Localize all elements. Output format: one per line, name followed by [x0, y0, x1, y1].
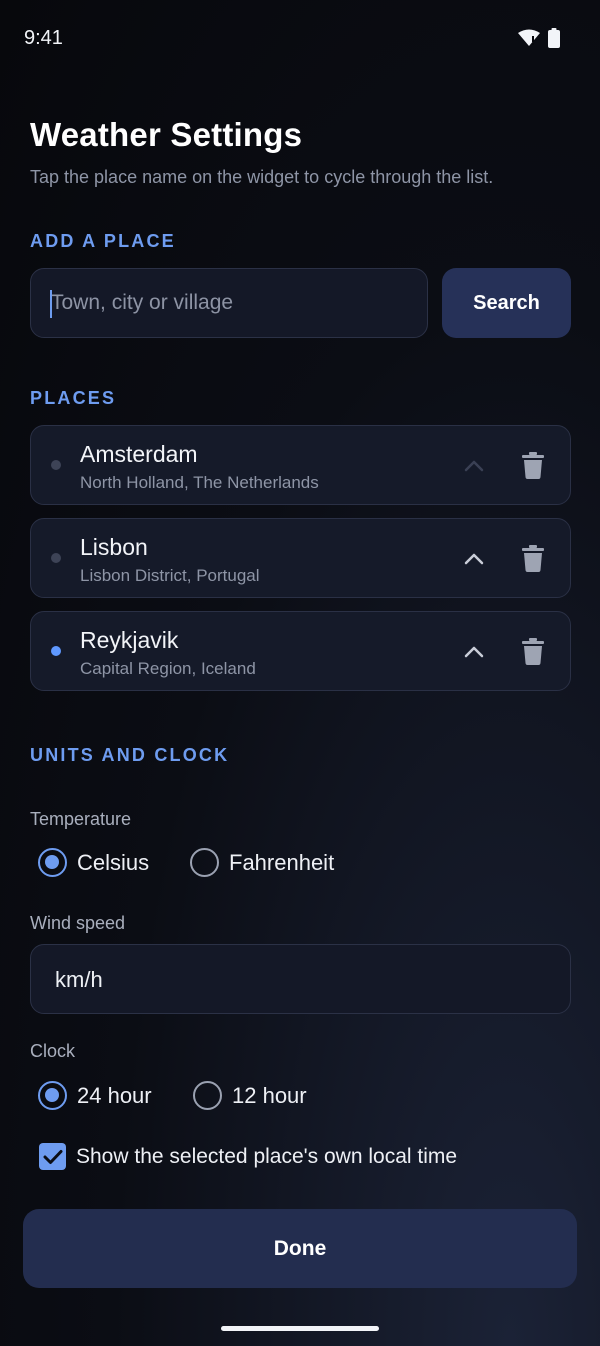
trash-icon — [522, 637, 544, 665]
place-region: Capital Region, Iceland — [80, 659, 256, 678]
radio-label: Fahrenheit — [229, 849, 335, 875]
wind-speed-value: km/h — [55, 967, 103, 992]
radio-label: 24 hour — [77, 1082, 152, 1108]
wind-speed-select[interactable]: km/h — [30, 944, 571, 1014]
delete-button[interactable] — [515, 632, 551, 670]
clock-label: Clock — [30, 1041, 76, 1061]
radio-label: 12 hour — [232, 1082, 307, 1108]
place-card-amsterdam[interactable]: Amsterdam North Holland, The Netherlands — [30, 425, 571, 505]
home-indicator[interactable] — [221, 1326, 379, 1331]
chevron-up-icon — [464, 460, 484, 472]
status-bar: 9:41 — [0, 0, 600, 80]
radio-24-hour[interactable]: 24 hour — [38, 1081, 152, 1110]
radio-checked-icon — [38, 1081, 67, 1110]
place-name: Lisbon — [80, 534, 148, 560]
delete-button[interactable] — [515, 539, 551, 577]
radio-unchecked-icon — [190, 848, 219, 877]
checkbox-label: Show the selected place's own local time — [76, 1144, 458, 1168]
page-subtitle: Tap the place name on the widget to cycl… — [30, 167, 494, 187]
place-name: Amsterdam — [80, 441, 198, 467]
done-button[interactable]: Done — [23, 1209, 577, 1288]
trash-icon — [522, 544, 544, 572]
section-label-add-place: ADD A PLACE — [30, 231, 176, 251]
page-title: Weather Settings — [30, 116, 303, 153]
local-time-checkbox[interactable]: Show the selected place's own local time — [39, 1143, 457, 1170]
move-up-button[interactable] — [456, 634, 492, 670]
radio-label: Celsius — [77, 849, 150, 875]
place-selection-dot — [51, 460, 61, 470]
section-label-places: PLACES — [30, 388, 117, 408]
place-card-lisbon[interactable]: Lisbon Lisbon District, Portugal — [30, 518, 571, 598]
battery-icon — [548, 28, 560, 48]
radio-celsius[interactable]: Celsius — [38, 848, 149, 877]
place-name: Reykjavik — [80, 627, 179, 653]
move-up-button[interactable] — [456, 448, 492, 484]
wind-speed-label: Wind speed — [30, 913, 126, 933]
move-up-button[interactable] — [456, 541, 492, 577]
wifi-icon — [518, 29, 540, 47]
section-label-units-clock: UNITS AND CLOCK — [30, 745, 230, 765]
place-search-input[interactable] — [30, 268, 428, 338]
place-selection-dot — [51, 553, 61, 563]
place-region: North Holland, The Netherlands — [80, 473, 319, 492]
trash-icon — [522, 451, 544, 479]
radio-checked-icon — [38, 848, 67, 877]
text-caret — [50, 290, 52, 318]
radio-unchecked-icon — [193, 1081, 222, 1110]
status-icons — [518, 28, 560, 48]
delete-button[interactable] — [515, 446, 551, 484]
place-selection-dot — [51, 646, 61, 656]
place-region: Lisbon District, Portugal — [80, 566, 260, 585]
search-button[interactable]: Search — [442, 268, 571, 338]
chevron-up-icon — [464, 553, 484, 565]
temperature-label: Temperature — [30, 809, 132, 829]
place-card-reykjavik[interactable]: Reykjavik Capital Region, Iceland — [30, 611, 571, 691]
radio-fahrenheit[interactable]: Fahrenheit — [190, 848, 334, 877]
radio-12-hour[interactable]: 12 hour — [193, 1081, 307, 1110]
checkbox-checked-icon — [39, 1143, 66, 1170]
status-time: 9:41 — [24, 27, 63, 49]
chevron-up-icon — [464, 646, 484, 658]
